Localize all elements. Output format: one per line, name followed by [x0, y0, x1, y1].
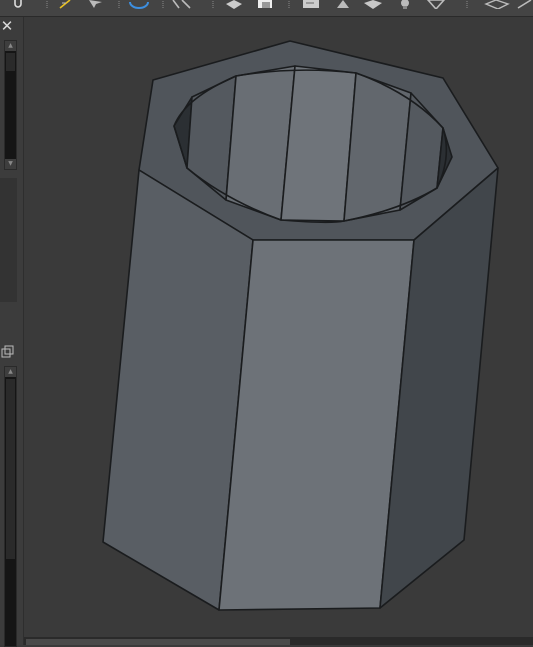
rotate-icon[interactable]: [128, 0, 150, 9]
close-icon[interactable]: ✕: [0, 18, 14, 34]
cut-icon[interactable]: [516, 0, 533, 9]
scroll-up-icon[interactable]: ▲: [5, 41, 16, 51]
scroll-up-icon[interactable]: ▲: [5, 367, 16, 377]
toolbar-separator: [212, 1, 214, 9]
scrollbar-thumb[interactable]: [6, 379, 15, 559]
panel-section: [0, 178, 17, 302]
cone-icon[interactable]: [334, 0, 352, 9]
toolbar-separator: [466, 1, 468, 9]
toolbar: [0, 0, 533, 17]
link-icon[interactable]: [12, 0, 26, 9]
vertical-scrollbar-bottom[interactable]: ▲: [4, 366, 17, 647]
octagonal-tube-model[interactable]: [24, 17, 533, 645]
scroll-down-icon[interactable]: ▼: [5, 159, 16, 169]
toolbar-separator: [288, 1, 290, 9]
cube-icon[interactable]: [224, 0, 244, 9]
cube-shaded-icon[interactable]: [362, 0, 384, 9]
tube-inner-face-3: [280, 65, 357, 222]
float-panel-icon[interactable]: [1, 345, 14, 358]
scrollbar-thumb[interactable]: [26, 639, 290, 645]
document-icon[interactable]: [300, 0, 322, 9]
3d-viewport[interactable]: [24, 17, 533, 645]
toolbar-separator: [162, 1, 164, 9]
toolbar-separator: [46, 1, 48, 9]
bulb-icon[interactable]: [396, 0, 414, 9]
vertical-scrollbar-top[interactable]: ▲ ▼: [4, 40, 17, 170]
ruler-icon[interactable]: [58, 0, 74, 9]
scrollbar-thumb[interactable]: [6, 53, 15, 71]
copy-icon[interactable]: [256, 0, 276, 9]
plane-icon[interactable]: [484, 0, 510, 9]
toolbar-separator: [118, 1, 120, 9]
wrench-icon[interactable]: [170, 0, 196, 9]
side-panel: ✕ ▲ ▼ ▲: [0, 17, 24, 647]
horizontal-scrollbar[interactable]: [24, 637, 533, 645]
cursor-icon[interactable]: [86, 0, 104, 9]
funnel-icon[interactable]: [426, 0, 446, 9]
